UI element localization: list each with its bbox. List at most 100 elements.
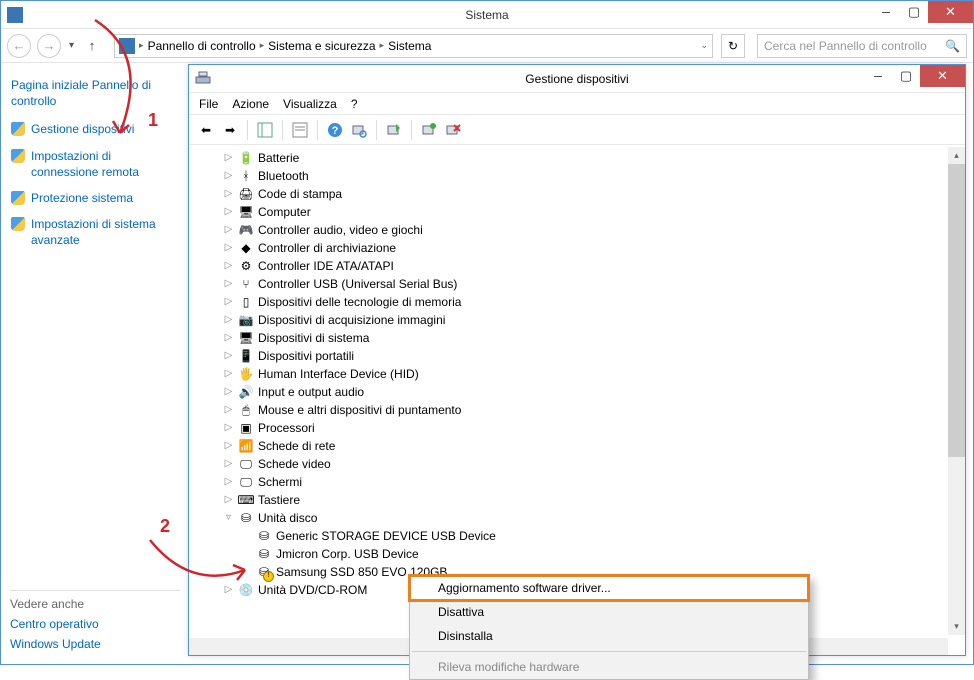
expand-icon[interactable]: ▷ <box>223 224 234 236</box>
expand-icon[interactable]: ▷ <box>223 386 234 398</box>
expand-icon[interactable]: ▷ <box>223 440 234 452</box>
expand-icon[interactable]: ▷ <box>223 170 234 182</box>
see-also-link[interactable]: Centro operativo <box>10 617 180 631</box>
forward-button[interactable]: → <box>37 34 61 58</box>
expand-icon[interactable]: ▷ <box>223 206 234 218</box>
expand-icon[interactable]: ▷ <box>223 278 234 290</box>
expand-icon[interactable]: ▷ <box>223 476 234 488</box>
tree-node[interactable]: ▷◆Controller di archiviazione <box>195 239 965 257</box>
ctx-disable[interactable]: Disattiva <box>410 600 808 624</box>
outer-titlebar[interactable]: Sistema — ▢ ✕ <box>1 1 973 29</box>
close-button[interactable]: ✕ <box>928 1 973 23</box>
expand-icon[interactable]: ▷ <box>223 458 234 470</box>
tree-node[interactable]: ▷⚙Controller IDE ATA/ATAPI <box>195 257 965 275</box>
expand-icon[interactable]: ▷ <box>223 188 234 200</box>
nav-back-icon[interactable]: ⬅ <box>195 119 217 141</box>
tree-node[interactable]: ▷🔊Input e output audio <box>195 383 965 401</box>
tree-node[interactable]: ▷🎮Controller audio, video e giochi <box>195 221 965 239</box>
history-dropdown-icon[interactable]: ▾ <box>69 40 74 51</box>
tree-node[interactable]: ▷🖵Schede video <box>195 455 965 473</box>
menu-action[interactable]: Azione <box>232 97 269 111</box>
expand-icon[interactable]: ▷ <box>223 152 234 164</box>
tree-node[interactable]: ▷ᚼBluetooth <box>195 167 965 185</box>
breadcrumb[interactable]: Sistema <box>388 39 431 53</box>
scrollbar-thumb[interactable] <box>948 164 965 457</box>
tree-node[interactable]: ▷🖱Mouse e altri dispositivi di puntament… <box>195 401 965 419</box>
scan-hardware-icon[interactable] <box>348 119 370 141</box>
inner-minimize-button[interactable]: — <box>864 65 892 87</box>
chevron-right-icon[interactable]: ▸ <box>139 40 144 51</box>
tree-node[interactable]: ▷📱Dispositivi portatili <box>195 347 965 365</box>
breadcrumb[interactable]: Pannello di controllo▸ <box>148 39 265 53</box>
update-driver-icon[interactable] <box>383 119 405 141</box>
annotation-2: 2 <box>160 516 170 537</box>
search-icon[interactable]: 🔍 <box>945 39 960 53</box>
tree-node[interactable]: ▷📶Schede di rete <box>195 437 965 455</box>
tree-node[interactable]: ▷▣Processori <box>195 419 965 437</box>
sidebar-item-advanced[interactable]: Impostazioni di sistema avanzate <box>11 216 176 248</box>
search-input[interactable]: Cerca nel Pannello di controllo 🔍 <box>757 34 967 58</box>
tree-node[interactable]: ▷🖐Human Interface Device (HID) <box>195 365 965 383</box>
tree-node[interactable]: ▷🖥Computer <box>195 203 965 221</box>
tree-node[interactable]: ▷⌨Tastiere <box>195 491 965 509</box>
battery-icon: 🔋 <box>238 150 254 166</box>
expand-icon[interactable]: ▷ <box>223 422 234 434</box>
expand-icon[interactable]: ▷ <box>223 296 234 308</box>
tree-node[interactable]: ▷🖵Schermi <box>195 473 965 491</box>
ctx-uninstall[interactable]: Disinstalla <box>410 624 808 648</box>
tree-node[interactable]: ▷🖨Code di stampa <box>195 185 965 203</box>
ctx-update-driver[interactable]: Aggiornamento software driver... <box>410 576 808 600</box>
expand-icon[interactable]: ▷ <box>223 584 234 596</box>
tree-node[interactable]: ▷▯Dispositivi delle tecnologie di memori… <box>195 293 965 311</box>
inner-titlebar[interactable]: Gestione dispositivi — ▢ ✕ <box>189 65 965 93</box>
inner-close-button[interactable]: ✕ <box>920 65 965 87</box>
tree-label: Dispositivi delle tecnologie di memoria <box>258 295 461 309</box>
tree-node[interactable]: ▷🖥Dispositivi di sistema <box>195 329 965 347</box>
tree-label: Computer <box>258 205 311 219</box>
menu-view[interactable]: Visualizza <box>283 97 337 111</box>
ctx-scan-hardware: Rileva modifiche hardware <box>410 655 808 679</box>
chevron-down-icon[interactable]: ⌄ <box>700 40 708 51</box>
expand-icon[interactable]: ▷ <box>223 494 234 506</box>
expand-icon[interactable]: ▿ <box>223 512 234 524</box>
expand-icon[interactable]: ▷ <box>223 332 234 344</box>
tree-label: Dispositivi di sistema <box>258 331 369 345</box>
see-also-link[interactable]: Windows Update <box>10 637 180 651</box>
expand-icon[interactable]: ▷ <box>223 314 234 326</box>
address-bar[interactable]: ▸ Pannello di controllo▸ Sistema e sicur… <box>114 34 713 58</box>
menu-help[interactable]: ? <box>351 97 358 111</box>
nav-forward-icon[interactable]: ➡ <box>219 119 241 141</box>
sidebar-item-protection[interactable]: Protezione sistema <box>11 190 176 206</box>
tree-node[interactable]: ⛁Generic STORAGE DEVICE USB Device <box>195 527 965 545</box>
vertical-scrollbar[interactable]: ▴ ▾ <box>948 147 965 635</box>
back-button[interactable]: ← <box>7 34 31 58</box>
refresh-button[interactable]: ↻ <box>721 34 745 58</box>
menu-file[interactable]: File <box>199 97 218 111</box>
hid-icon: 🖐 <box>238 366 254 382</box>
tree-node[interactable]: ▷🔋Batterie <box>195 149 965 167</box>
inner-maximize-button[interactable]: ▢ <box>892 65 920 87</box>
show-hide-tree-icon[interactable] <box>254 119 276 141</box>
expand-icon[interactable]: ▷ <box>223 242 234 254</box>
properties-icon[interactable] <box>289 119 311 141</box>
uninstall-icon[interactable] <box>418 119 440 141</box>
control-panel-home-link[interactable]: Pagina iniziale Pannello di controllo <box>11 77 176 109</box>
minimize-button[interactable]: — <box>872 1 900 23</box>
tree-node[interactable]: ▿⛁Unità disco <box>195 509 965 527</box>
scroll-down-icon[interactable]: ▾ <box>948 618 965 635</box>
scroll-up-icon[interactable]: ▴ <box>948 147 965 164</box>
tree-node[interactable]: ⛁Jmicron Corp. USB Device <box>195 545 965 563</box>
expand-icon[interactable]: ▷ <box>223 368 234 380</box>
expand-icon[interactable]: ▷ <box>223 404 234 416</box>
help-icon[interactable]: ? <box>324 119 346 141</box>
tree-node[interactable]: ▷📷Dispositivi di acquisizione immagini <box>195 311 965 329</box>
expand-icon[interactable]: ▷ <box>223 350 234 362</box>
up-button[interactable]: ↑ <box>80 34 104 58</box>
maximize-button[interactable]: ▢ <box>900 1 928 23</box>
sidebar-item-remote[interactable]: Impostazioni di connessione remota <box>11 148 176 180</box>
expand-icon[interactable]: ▷ <box>223 260 234 272</box>
breadcrumb[interactable]: Sistema e sicurezza▸ <box>268 39 384 53</box>
tree-label: Dispositivi portatili <box>258 349 354 363</box>
disable-icon[interactable] <box>442 119 464 141</box>
tree-node[interactable]: ▷⑂Controller USB (Universal Serial Bus) <box>195 275 965 293</box>
